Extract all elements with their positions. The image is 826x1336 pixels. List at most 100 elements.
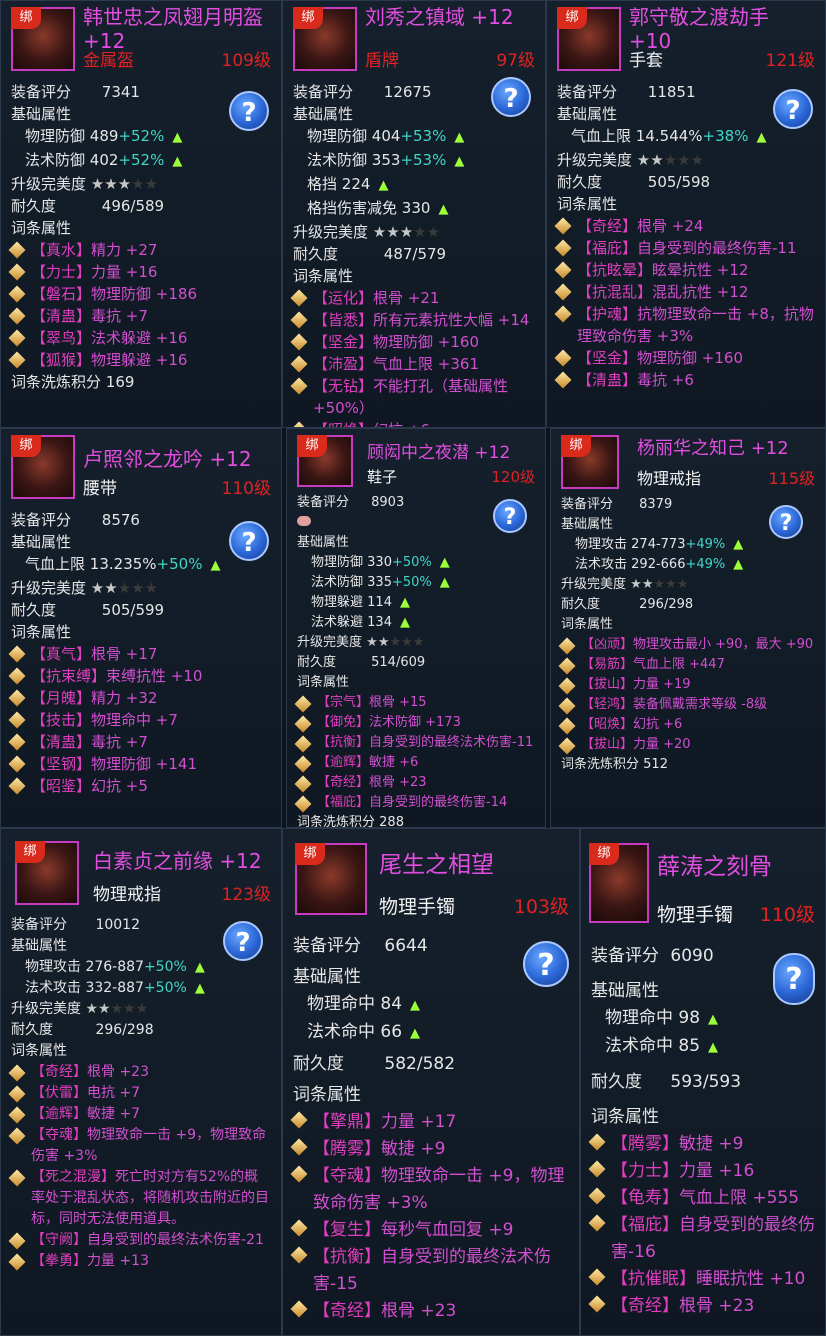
- score-value: 12675: [383, 83, 432, 101]
- affix-label: 词条属性: [293, 267, 354, 285]
- affix-effect: 幻抗 +6: [633, 717, 683, 732]
- durability-label: 耐久度: [561, 597, 601, 612]
- diamond-bullet-icon: [8, 329, 26, 347]
- score-label: 装备评分: [11, 511, 72, 529]
- base-label: 基础属性: [293, 105, 354, 123]
- affix-item: 【奇经】根骨 +24: [554, 215, 815, 237]
- affix-item: 【磐石】物理防御 +186: [8, 283, 271, 305]
- up-arrow-icon: ▲: [708, 1012, 719, 1027]
- item-card-ring-2: 绑 白素贞之前缘 +12 物理戒指 123级 ? 装备评分 10012 基础属性…: [0, 828, 282, 1336]
- up-arrow-icon: ▲: [410, 998, 421, 1013]
- affix-list: 【真水】精力 +27 【力士】力量 +16 【磐石】物理防御 +186 【清蛊】毒抗 …: [8, 239, 271, 371]
- durability-value: 296/298: [639, 597, 694, 612]
- stat-label: 格挡伤害减免: [307, 199, 398, 217]
- score-label: 装备评分: [557, 83, 618, 101]
- up-arrow-icon: ▲: [194, 981, 205, 996]
- score-value: 8576: [101, 511, 140, 529]
- item-card-helmet: 绑 韩世忠之凤翅月明盔 +12 金属盔 109级 ? 装备评分 7341 基础属…: [0, 0, 282, 428]
- stat-value: 489: [89, 127, 119, 145]
- affix-tag: 【坚金】: [313, 333, 374, 351]
- bracelet-icon[interactable]: 绑: [589, 843, 649, 923]
- affix-effect: 物理躲避 +16: [91, 351, 188, 369]
- bracelet-icon[interactable]: 绑: [295, 843, 367, 915]
- up-arrow-icon: ▲: [399, 595, 410, 610]
- affix-tag: 【龟寿】: [611, 1188, 679, 1208]
- diamond-bullet-icon: [554, 217, 572, 235]
- star-filled-icon: ★: [636, 151, 651, 169]
- diamond-bullet-icon: [8, 755, 26, 773]
- shoes-icon[interactable]: 绑: [297, 435, 353, 487]
- stat-value: 85: [678, 1036, 701, 1056]
- stat-label: 法术防御: [307, 151, 368, 169]
- stat-percent: +53%: [400, 127, 447, 145]
- affix-item: 【复生】每秒气血回复 +9: [290, 1217, 569, 1244]
- affix-item: 【坚金】物理防御 +160: [290, 331, 535, 353]
- item-level: 97级: [496, 51, 535, 71]
- stat-label: 法术命中: [605, 1036, 673, 1056]
- item-type: 物理戒指: [637, 469, 702, 488]
- affix-effect: 法术躲避 +16: [91, 329, 188, 347]
- diamond-bullet-icon: [294, 795, 312, 813]
- gloves-icon[interactable]: 绑: [557, 7, 621, 71]
- affix-item: 【力士】力量 +16: [8, 261, 271, 283]
- diamond-bullet-icon: [558, 677, 576, 695]
- affix-effect: 根骨 +23: [369, 775, 427, 790]
- affix-effect: 根骨 +21: [373, 289, 440, 307]
- diamond-bullet-icon: [588, 1187, 606, 1205]
- affix-item: 【福庇】自身受到的最终伤害-14: [294, 793, 535, 813]
- ring-icon[interactable]: 绑: [561, 435, 619, 489]
- item-name: 刘秀之镇域 +12: [365, 5, 514, 29]
- star-empty-icon: ★: [144, 175, 159, 193]
- diamond-bullet-icon: [558, 637, 576, 655]
- stat-label: 物理防御: [311, 555, 364, 570]
- score-label: 装备评分: [293, 83, 354, 101]
- durability-value: 505/598: [647, 173, 711, 191]
- affix-item: 【运化】根骨 +21: [290, 287, 535, 309]
- diamond-bullet-icon: [554, 239, 572, 257]
- affix-effect: 根骨 +23: [679, 1296, 755, 1316]
- shield-icon[interactable]: 绑: [293, 7, 357, 71]
- up-arrow-icon: ▲: [439, 575, 450, 590]
- affix-list: 【擎鼎】力量 +17 【腾雾】敏捷 +9 【夺魂】物理致命一击 +9，物理致命伤害 …: [290, 1109, 569, 1325]
- stat-value: 335: [367, 575, 392, 590]
- star-empty-icon: ★: [389, 635, 402, 650]
- stat-value: 353: [371, 151, 401, 169]
- belt-icon[interactable]: 绑: [11, 435, 75, 499]
- affix-tag: 【奇经】: [611, 1296, 679, 1316]
- item-name: 顾闳中之夜潜 +12: [367, 443, 511, 463]
- affix-tag: 【逾辉】: [317, 755, 370, 770]
- ring-icon[interactable]: 绑: [15, 841, 79, 905]
- affix-tag: 【拳勇】: [31, 1253, 87, 1269]
- affix-label: 词条属性: [561, 617, 614, 632]
- affix-effect: 幻抗 +5: [91, 777, 148, 795]
- stat-label: 法术躲避: [311, 615, 364, 630]
- affix-tag: 【福庇】: [317, 795, 370, 810]
- affix-item: 【抗束缚】束缚抗性 +10: [8, 665, 271, 687]
- base-label: 基础属性: [561, 517, 614, 532]
- affix-tag: 【拔山】: [581, 737, 634, 752]
- up-arrow-icon: ▲: [708, 1040, 719, 1055]
- affix-effect: 物理防御 +141: [91, 755, 197, 773]
- star-rating: ★★★★★: [373, 223, 440, 241]
- affix-tag: 【抗衡】: [317, 735, 370, 750]
- score-value: 10012: [95, 917, 140, 933]
- helmet-icon[interactable]: 绑: [11, 7, 75, 71]
- item-level: 110级: [759, 904, 815, 926]
- stat-label: 法术命中: [307, 1022, 375, 1042]
- star-empty-icon: ★: [665, 577, 677, 592]
- star-rating: ★★★★★: [637, 151, 704, 169]
- affix-item: 【福庇】自身受到的最终伤害-16: [588, 1212, 815, 1266]
- affix-item: 【沛盈】气血上限 +361: [290, 353, 535, 375]
- base-label: 基础属性: [297, 535, 350, 550]
- stat-value: 330: [367, 555, 392, 570]
- star-rating: ★★★★★: [91, 175, 158, 193]
- up-arrow-icon: ▲: [454, 130, 465, 145]
- upgrade-label: 升级完美度: [11, 175, 87, 193]
- affix-item: 【力士】力量 +16: [588, 1158, 815, 1185]
- affix-item: 【逾辉】敏捷 +6: [294, 753, 535, 773]
- upgrade-label: 升级完美度: [11, 579, 87, 597]
- affix-effect: 法术防御 +173: [369, 715, 461, 730]
- affix-item: 【狐猴】物理躲避 +16: [8, 349, 271, 371]
- up-arrow-icon: ▲: [410, 1026, 421, 1041]
- diamond-bullet-icon: [558, 737, 576, 755]
